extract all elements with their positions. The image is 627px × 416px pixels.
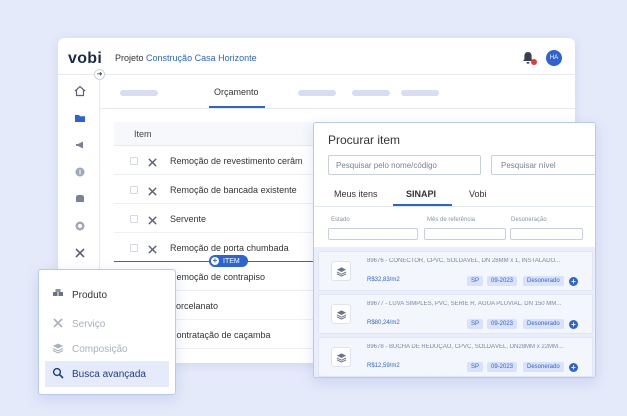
state-select[interactable] bbox=[328, 228, 418, 240]
add-result-button[interactable]: + bbox=[569, 277, 578, 286]
menu-item-produto[interactable]: Produto bbox=[45, 282, 169, 308]
result-card[interactable]: 89678 - BUCHA DE REDUÇÃO, CPVC, SOLDÁVEL… bbox=[318, 337, 593, 377]
row-label: Porcelanato bbox=[170, 301, 219, 311]
row-label: Remoção de bancada existente bbox=[170, 185, 297, 195]
result-price: R$12,59/m2 bbox=[367, 363, 400, 369]
layers-icon bbox=[331, 304, 351, 324]
avatar[interactable]: HA bbox=[546, 50, 562, 66]
result-price: R$80,24/m2 bbox=[367, 320, 400, 326]
row-checkbox[interactable] bbox=[130, 244, 138, 252]
layers-icon bbox=[331, 261, 351, 281]
add-item-label: ITEM bbox=[223, 257, 240, 265]
row-label: Remoção de revestimento cerâm bbox=[170, 156, 303, 166]
menu-item-label: Produto bbox=[72, 289, 108, 301]
bell-icon[interactable] bbox=[522, 51, 537, 65]
tab-vobi[interactable]: Vobi bbox=[469, 189, 487, 199]
column-header-item: Item bbox=[134, 129, 152, 139]
row-label: Servente bbox=[170, 214, 207, 224]
row-checkbox[interactable] bbox=[130, 186, 138, 194]
row-label: Remoção de porta chumbada bbox=[170, 243, 289, 253]
exemption-badge: Desonerado bbox=[523, 362, 564, 372]
state-badge: SP bbox=[467, 362, 484, 372]
dollar-circle-icon[interactable] bbox=[74, 166, 86, 178]
menu-item-label: Busca avançada bbox=[72, 368, 146, 380]
megaphone-icon[interactable] bbox=[74, 139, 86, 151]
tab-placeholder[interactable] bbox=[401, 90, 439, 96]
add-item-menu: Produto Serviço Composição Busca avançad… bbox=[38, 269, 176, 395]
tools-icon[interactable] bbox=[74, 247, 86, 259]
date-badge: 09-2023 bbox=[487, 276, 518, 286]
tools-icon bbox=[147, 242, 158, 254]
row-label: Remoção de contrapiso bbox=[170, 272, 266, 282]
row-checkbox[interactable] bbox=[130, 157, 138, 165]
panel-title: Procurar item bbox=[328, 133, 401, 147]
folder-icon[interactable] bbox=[74, 112, 86, 124]
tools-icon bbox=[52, 317, 64, 332]
layers-icon bbox=[331, 347, 351, 367]
search-item-panel: Procurar item Pesquisar pelo nome/código… bbox=[313, 122, 596, 378]
project-name-link[interactable]: Construção Casa Horizonte bbox=[146, 53, 257, 63]
tools-icon bbox=[147, 213, 158, 225]
page-title: Projeto Construção Casa Horizonte bbox=[115, 53, 257, 63]
coins-icon[interactable] bbox=[74, 193, 86, 205]
search-input[interactable]: Pesquisar pelo nome/código bbox=[328, 155, 481, 175]
tools-icon bbox=[147, 155, 158, 167]
project-label: Projeto bbox=[115, 53, 144, 63]
tools-icon bbox=[147, 184, 158, 196]
exemption-select[interactable] bbox=[510, 228, 583, 240]
tab-placeholder[interactable] bbox=[298, 90, 336, 96]
filter-label-mes: Mês de referência bbox=[427, 217, 476, 223]
vobi-logo: vobi bbox=[68, 50, 103, 67]
add-item-button[interactable]: + ITEM bbox=[209, 255, 248, 267]
level-search-input[interactable]: Pesquisar nível bbox=[491, 155, 595, 175]
date-badge: 09-2023 bbox=[487, 319, 518, 329]
search-icon bbox=[52, 367, 64, 382]
tab-meus-itens[interactable]: Meus itens bbox=[334, 189, 378, 199]
menu-item-composicao[interactable]: Composição bbox=[45, 336, 169, 362]
result-description: 89678 - BUCHA DE REDUÇÃO, CPVC, SOLDÁVEL… bbox=[367, 344, 564, 350]
menu-item-servico[interactable]: Serviço bbox=[45, 311, 169, 337]
layers-icon bbox=[52, 342, 64, 357]
result-description: 89676 - CONECTOR, CPVC, SOLDÁVEL, DN 28M… bbox=[367, 258, 561, 264]
exemption-badge: Desonerado bbox=[523, 319, 564, 329]
tab-placeholder[interactable] bbox=[120, 90, 158, 96]
filter-label-desoneracao: Desoneração bbox=[511, 217, 547, 223]
tabs-divider bbox=[314, 206, 595, 207]
plus-icon: + bbox=[211, 256, 219, 265]
add-result-button[interactable]: + bbox=[569, 320, 578, 329]
active-tab-indicator bbox=[209, 106, 265, 108]
month-select[interactable] bbox=[424, 228, 506, 240]
menu-item-busca-avancada[interactable]: Busca avançada bbox=[45, 361, 169, 387]
menu-item-label: Composição bbox=[72, 343, 128, 355]
tab-sinapi[interactable]: SINAPI bbox=[406, 189, 436, 199]
state-badge: SP bbox=[467, 276, 484, 286]
tab-bar: Orçamento bbox=[100, 75, 575, 109]
row-checkbox[interactable] bbox=[130, 215, 138, 223]
notification-dot bbox=[531, 59, 537, 65]
row-label: Contratação de caçamba bbox=[170, 330, 271, 340]
coin-icon[interactable] bbox=[74, 220, 86, 232]
home-icon[interactable] bbox=[74, 85, 86, 97]
state-badge: SP bbox=[467, 319, 484, 329]
results-list: 89676 - CONECTOR, CPVC, SOLDÁVEL, DN 28M… bbox=[314, 247, 595, 377]
exemption-badge: Desonerado bbox=[523, 276, 564, 286]
tab-placeholder[interactable] bbox=[352, 90, 390, 96]
add-result-button[interactable]: + bbox=[569, 363, 578, 372]
result-price: R$32,83/m2 bbox=[367, 277, 400, 283]
date-badge: 09-2023 bbox=[487, 362, 518, 372]
filter-label-estado: Estado bbox=[331, 217, 350, 223]
result-description: 89677 - LUVA SIMPLES, PVC, SERIE R, ÁGUA… bbox=[367, 301, 562, 307]
menu-item-label: Serviço bbox=[72, 318, 106, 330]
boxes-icon bbox=[52, 288, 64, 303]
result-card[interactable]: 89676 - CONECTOR, CPVC, SOLDÁVEL, DN 28M… bbox=[318, 251, 593, 291]
result-card[interactable]: 89677 - LUVA SIMPLES, PVC, SERIE R, ÁGUA… bbox=[318, 294, 593, 334]
tab-orcamento[interactable]: Orçamento bbox=[214, 87, 259, 97]
